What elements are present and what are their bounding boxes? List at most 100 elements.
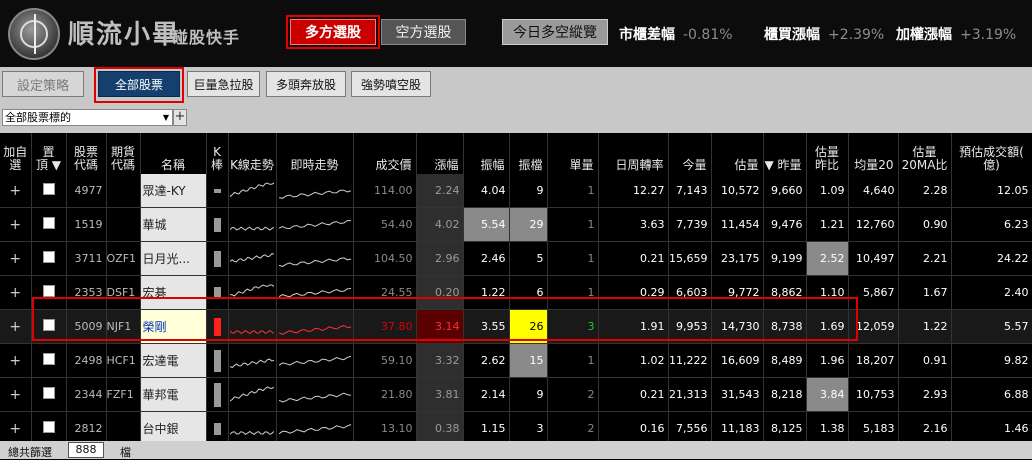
short-selection-button[interactable]: 空方選股 <box>381 19 466 45</box>
add-watchlist-button[interactable]: + <box>0 377 32 412</box>
add-watchlist-button[interactable]: + <box>0 275 32 310</box>
pin-checkbox[interactable] <box>31 275 67 310</box>
amplitude-ticks: 9 <box>509 174 548 208</box>
add-watchlist-button[interactable]: + <box>0 241 32 276</box>
stat-otc-diff: 市櫃差幅 -0.81% <box>619 27 733 43</box>
col-stock-code[interactable]: 股票 代碼 <box>66 133 107 174</box>
estimated-amount: 6.88 <box>951 377 1032 412</box>
k-bar-icon <box>206 174 229 208</box>
estimated-amount: 6.23 <box>951 207 1032 242</box>
table-row[interactable]: +4977 眾達-KY 114.00 2.24 4.04 9 1 12.27 7,143 10,5… <box>0 174 1032 208</box>
change-percent: 0.20 <box>416 275 464 310</box>
table-row[interactable]: +1519 華城 54.40 4.02 5.54 29 1 3.63 7,739 11,454 9,… <box>0 207 1032 242</box>
stock-name[interactable]: 宏碁 <box>140 275 207 310</box>
col-single-volume[interactable]: 單量 <box>547 133 599 174</box>
stock-table: 加自選 置頂 ▼ 股票 代碼 期貨 代碼 名稱 K棒 K線走勢 即時走勢 成交價 漲… <box>0 133 1032 446</box>
pin-checkbox[interactable] <box>31 207 67 242</box>
add-watchlist-button[interactable]: + <box>0 207 32 242</box>
today-overview-button[interactable]: 今日多空縱覽 <box>502 19 608 45</box>
col-name[interactable]: 名稱 <box>140 133 207 174</box>
turnover-rate: 0.21 <box>598 241 669 276</box>
pin-checkbox[interactable] <box>31 241 67 276</box>
col-intraday-trend[interactable]: 即時走勢 <box>276 133 354 174</box>
add-watchlist-button[interactable]: + <box>0 309 32 344</box>
col-kline-trend[interactable]: K線走勢 <box>228 133 277 174</box>
col-prev-volume[interactable]: ▼ 昨量 <box>763 133 807 174</box>
table-row[interactable]: +2353 DSF1 宏碁 24.55 0.20 1.22 6 1 0.29 6,603 9,772… <box>0 275 1032 310</box>
kline-sparkline <box>228 174 277 208</box>
amplitude-ticks: 6 <box>509 275 548 310</box>
pin-checkbox[interactable] <box>31 343 67 378</box>
table-row[interactable]: +5009 NJF1 榮剛 37.80 3.14 3.55 26 3 1.91 9,953 14,7… <box>0 309 1032 344</box>
chevron-down-icon: ▼ <box>162 113 169 122</box>
col-amplitude-ticks[interactable]: 振檔 <box>509 133 548 174</box>
single-volume: 1 <box>547 241 599 276</box>
stock-name[interactable]: 宏達電 <box>140 343 207 378</box>
col-est-amount[interactable]: 預估成交額(億) <box>951 133 1032 174</box>
avg-volume-20: 10,497 <box>848 241 899 276</box>
futures-code: OZF1 <box>106 241 141 276</box>
add-watchlist-button[interactable]: + <box>0 343 32 378</box>
stock-universe-select[interactable]: 全部股票標的 ▼ <box>2 109 173 126</box>
estimated-volume: 23,175 <box>711 241 764 276</box>
k-bar-icon <box>206 309 229 344</box>
est-20ma-ratio: 0.90 <box>898 207 952 242</box>
avg-volume-20: 18,207 <box>848 343 899 378</box>
strong-short-button[interactable]: 強勢噴空股 <box>351 71 431 97</box>
last-price: 21.80 <box>353 377 417 412</box>
futures-code: FZF1 <box>106 377 141 412</box>
futures-code: HCF1 <box>106 343 141 378</box>
set-strategy-button[interactable]: 設定策略 <box>2 71 84 97</box>
estimated-volume: 16,609 <box>711 343 764 378</box>
col-pin[interactable]: 置頂 ▼ <box>31 133 67 174</box>
col-avg-volume-20[interactable]: 均量20 <box>848 133 899 174</box>
table-row[interactable]: +3711 OZF1 日月光... 104.50 2.96 2.46 5 1 0.21 15,65… <box>0 241 1032 276</box>
long-selection-button[interactable]: 多方選股 <box>290 19 376 45</box>
col-turnover[interactable]: 日周轉率 <box>598 133 669 174</box>
col-futures-code[interactable]: 期貨 代碼 <box>106 133 141 174</box>
stock-name[interactable]: 眾達-KY <box>140 174 207 208</box>
bull-run-button[interactable]: 多頭奔放股 <box>266 71 346 97</box>
futures-code <box>106 207 141 242</box>
estimated-volume: 9,772 <box>711 275 764 310</box>
amplitude: 2.62 <box>463 343 510 378</box>
col-estimated-volume[interactable]: 估量 <box>711 133 764 174</box>
col-price[interactable]: 成交價 <box>353 133 417 174</box>
est-prev-ratio: 1.10 <box>806 275 849 310</box>
est-20ma-ratio: 2.93 <box>898 377 952 412</box>
stock-name[interactable]: 榮剛 <box>140 309 207 344</box>
pin-checkbox[interactable] <box>31 377 67 412</box>
col-change[interactable]: 漲幅 <box>416 133 464 174</box>
stock-name[interactable]: 日月光... <box>140 241 207 276</box>
est-20ma-ratio: 2.28 <box>898 174 952 208</box>
last-price: 37.80 <box>353 309 417 344</box>
all-stocks-button[interactable]: 全部股票 <box>98 71 180 97</box>
est-prev-ratio: 1.21 <box>806 207 849 242</box>
pin-checkbox[interactable] <box>31 174 67 208</box>
col-amplitude[interactable]: 振幅 <box>463 133 510 174</box>
col-today-volume[interactable]: 今量 <box>668 133 712 174</box>
amplitude-ticks: 9 <box>509 377 548 412</box>
estimated-volume: 31,543 <box>711 377 764 412</box>
stock-code: 5009 <box>66 309 107 344</box>
col-add[interactable]: 加自選 <box>0 133 32 174</box>
stock-name[interactable]: 華城 <box>140 207 207 242</box>
pin-checkbox[interactable] <box>31 309 67 344</box>
volume-surge-button[interactable]: 巨量急拉股 <box>187 71 260 97</box>
stock-name[interactable]: 華邦電 <box>140 377 207 412</box>
k-bar-icon <box>206 207 229 242</box>
col-est-20ma-ratio[interactable]: 估量 20MA比 <box>898 133 952 174</box>
today-volume: 7,143 <box>668 174 712 208</box>
turnover-rate: 1.91 <box>598 309 669 344</box>
amplitude-ticks: 26 <box>509 309 548 344</box>
add-watchlist-button[interactable]: + <box>0 174 32 208</box>
avg-volume-20: 5,867 <box>848 275 899 310</box>
est-prev-ratio: 3.84 <box>806 377 849 412</box>
add-universe-button[interactable]: + <box>173 109 187 126</box>
estimated-amount: 12.05 <box>951 174 1032 208</box>
col-k-bar[interactable]: K棒 <box>206 133 229 174</box>
table-row[interactable]: +2344 FZF1 華邦電 21.80 3.81 2.14 9 2 0.21 21,313 31,… <box>0 377 1032 412</box>
table-row[interactable]: +2498 HCF1 宏達電 59.10 3.32 2.62 15 1 1.02 11,222 16… <box>0 343 1032 378</box>
col-est-prev-ratio[interactable]: 估量 昨比 <box>806 133 849 174</box>
amplitude: 5.54 <box>463 207 510 242</box>
